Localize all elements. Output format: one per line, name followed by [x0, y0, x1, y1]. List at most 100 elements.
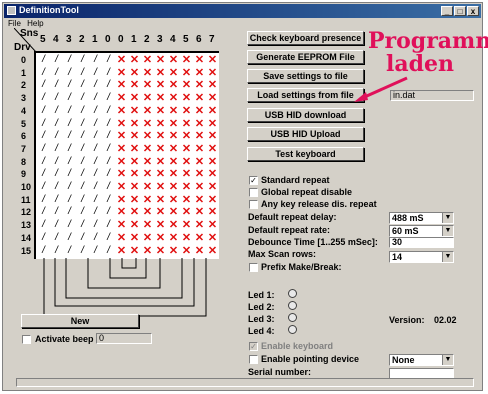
matrix-cell-key[interactable]: / [90, 219, 101, 231]
matrix-cell-key[interactable]: / [51, 245, 62, 257]
matrix-cell-unused[interactable]: ✕ [207, 156, 218, 168]
matrix-cell-unused[interactable]: ✕ [142, 79, 153, 91]
chevron-down-icon[interactable]: ▼ [442, 355, 453, 365]
matrix-cell-unused[interactable]: ✕ [129, 194, 140, 206]
matrix-cell-unused[interactable]: ✕ [142, 54, 153, 66]
matrix-cell-key[interactable]: / [64, 54, 75, 66]
matrix-cell-key[interactable]: / [77, 92, 88, 104]
matrix-cell-unused[interactable]: ✕ [181, 130, 192, 142]
matrix-cell-key[interactable]: / [77, 79, 88, 91]
matrix-cell-key[interactable]: / [90, 118, 101, 130]
matrix-cell-unused[interactable]: ✕ [116, 67, 127, 79]
matrix-cell-key[interactable]: / [103, 67, 114, 79]
matrix-cell-unused[interactable]: ✕ [207, 79, 218, 91]
matrix-cell-unused[interactable]: ✕ [207, 143, 218, 155]
matrix-cell-unused[interactable]: ✕ [129, 79, 140, 91]
matrix-cell-unused[interactable]: ✕ [129, 130, 140, 142]
matrix-cell-key[interactable]: / [64, 130, 75, 142]
matrix-cell-key[interactable]: / [90, 245, 101, 257]
matrix-cell-key[interactable]: / [64, 92, 75, 104]
matrix-cell-unused[interactable]: ✕ [168, 181, 179, 193]
matrix-cell-unused[interactable]: ✕ [116, 245, 127, 257]
matrix-cell-key[interactable]: / [90, 168, 101, 180]
matrix-cell-unused[interactable]: ✕ [168, 168, 179, 180]
matrix-cell-unused[interactable]: ✕ [194, 232, 205, 244]
generate-eeprom-button[interactable]: Generate EEPROM File [247, 50, 364, 64]
matrix-cell-unused[interactable]: ✕ [155, 194, 166, 206]
matrix-cell-unused[interactable]: ✕ [129, 232, 140, 244]
matrix-cell-key[interactable]: / [77, 105, 88, 117]
matrix-cell-key[interactable]: / [90, 156, 101, 168]
matrix-cell-key[interactable]: / [38, 105, 49, 117]
matrix-cell-unused[interactable]: ✕ [116, 168, 127, 180]
matrix-cell-unused[interactable]: ✕ [181, 168, 192, 180]
matrix-cell-key[interactable]: / [77, 206, 88, 218]
matrix-cell-unused[interactable]: ✕ [116, 92, 127, 104]
matrix-cell-unused[interactable]: ✕ [155, 168, 166, 180]
matrix-cell-key[interactable]: / [103, 168, 114, 180]
enable-pointing-checkbox[interactable] [249, 355, 258, 364]
max-scan-rows-select[interactable]: 14 ▼ [389, 251, 454, 263]
matrix-cell-key[interactable]: / [51, 67, 62, 79]
matrix-cell-unused[interactable]: ✕ [181, 54, 192, 66]
chevron-down-icon[interactable]: ▼ [442, 213, 453, 223]
matrix-cell-unused[interactable]: ✕ [142, 181, 153, 193]
matrix-cell-unused[interactable]: ✕ [181, 105, 192, 117]
matrix-cell-key[interactable]: / [103, 194, 114, 206]
matrix-cell-key[interactable]: / [51, 54, 62, 66]
matrix-cell-unused[interactable]: ✕ [168, 232, 179, 244]
matrix-cell-key[interactable]: / [77, 67, 88, 79]
matrix-cell-key[interactable]: / [38, 92, 49, 104]
matrix-cell-key[interactable]: / [90, 54, 101, 66]
matrix-cell-key[interactable]: / [64, 168, 75, 180]
matrix-cell-unused[interactable]: ✕ [181, 156, 192, 168]
matrix-cell-key[interactable]: / [51, 79, 62, 91]
matrix-cell-unused[interactable]: ✕ [116, 219, 127, 231]
matrix-cell-key[interactable]: / [64, 232, 75, 244]
debounce-field[interactable]: 30 [389, 237, 454, 248]
matrix-cell-key[interactable]: / [77, 181, 88, 193]
matrix-cell-key[interactable]: / [90, 67, 101, 79]
matrix-cell-key[interactable]: / [103, 130, 114, 142]
matrix-cell-unused[interactable]: ✕ [142, 206, 153, 218]
matrix-cell-key[interactable]: / [77, 232, 88, 244]
matrix-cell-unused[interactable]: ✕ [168, 67, 179, 79]
save-settings-button[interactable]: Save settings to file [247, 69, 364, 83]
matrix-cell-key[interactable]: / [38, 206, 49, 218]
matrix-cell-unused[interactable]: ✕ [194, 181, 205, 193]
matrix-cell-key[interactable]: / [38, 67, 49, 79]
matrix-cell-unused[interactable]: ✕ [142, 67, 153, 79]
matrix-cell-key[interactable]: / [103, 206, 114, 218]
matrix-cell-unused[interactable]: ✕ [155, 92, 166, 104]
load-settings-button[interactable]: Load settings from file [247, 88, 364, 102]
matrix-cell-unused[interactable]: ✕ [207, 168, 218, 180]
matrix-cell-unused[interactable]: ✕ [207, 181, 218, 193]
matrix-cell-key[interactable]: / [64, 105, 75, 117]
matrix-cell-key[interactable]: / [77, 143, 88, 155]
matrix-cell-unused[interactable]: ✕ [194, 168, 205, 180]
matrix-cell-key[interactable]: / [103, 105, 114, 117]
matrix-cell-unused[interactable]: ✕ [129, 206, 140, 218]
matrix-cell-unused[interactable]: ✕ [207, 130, 218, 142]
matrix-cell-unused[interactable]: ✕ [181, 219, 192, 231]
matrix-cell-unused[interactable]: ✕ [207, 245, 218, 257]
check-keyboard-button[interactable]: Check keyboard presence [247, 31, 364, 45]
matrix-cell-unused[interactable]: ✕ [142, 219, 153, 231]
matrix-cell-unused[interactable]: ✕ [155, 105, 166, 117]
matrix-cell-unused[interactable]: ✕ [168, 79, 179, 91]
matrix-cell-unused[interactable]: ✕ [168, 219, 179, 231]
matrix-cell-unused[interactable]: ✕ [181, 245, 192, 257]
matrix-cell-unused[interactable]: ✕ [194, 67, 205, 79]
matrix-cell-key[interactable]: / [77, 156, 88, 168]
matrix-cell-unused[interactable]: ✕ [168, 118, 179, 130]
matrix-cell-unused[interactable]: ✕ [168, 143, 179, 155]
matrix-cell-key[interactable]: / [90, 181, 101, 193]
chevron-down-icon[interactable]: ▼ [442, 226, 453, 236]
minimize-button[interactable]: _ [441, 6, 453, 16]
matrix-cell-key[interactable]: / [64, 181, 75, 193]
matrix-cell-unused[interactable]: ✕ [116, 181, 127, 193]
matrix-cell-unused[interactable]: ✕ [155, 79, 166, 91]
matrix-cell-key[interactable]: / [38, 181, 49, 193]
matrix-cell-key[interactable]: / [38, 232, 49, 244]
matrix-cell-unused[interactable]: ✕ [142, 168, 153, 180]
